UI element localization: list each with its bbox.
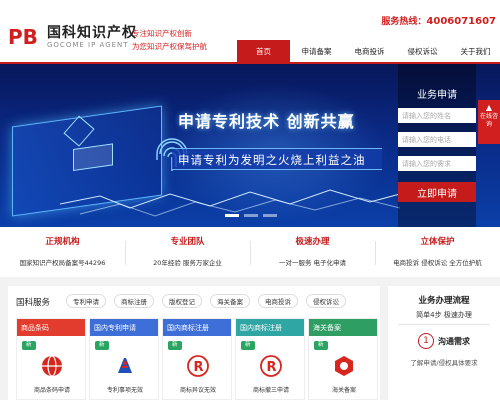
svg-text:R: R <box>194 360 204 375</box>
patent-icon <box>118 358 132 373</box>
services-section: 国科服务 专利申请 商标注册 版权登记 海关备案 电商投诉 侵权诉讼 商品条码 … <box>8 286 380 400</box>
tab-copyright[interactable]: 版权登记 <box>162 294 202 308</box>
feature-desc: 电商投诉 侵权诉讼 全方位护航 <box>393 259 482 267</box>
feature-title: 专业团队 <box>170 237 205 247</box>
main-nav: 首页 申请备案 电商投诉 侵权诉讼 关于我们 <box>237 40 500 62</box>
card-header: 国内商标注册 <box>236 319 304 336</box>
nav-home[interactable]: 首页 <box>237 40 290 62</box>
new-badge: 新 <box>168 341 182 350</box>
customs-icon <box>335 356 353 376</box>
banner-headline: 申请专利技术 创新共赢 <box>178 112 355 131</box>
feature-title: 极速办理 <box>295 237 330 247</box>
site-header: PB 国科知识产权 GOCOME IP AGENT 专注知识产权创新 为您知识产… <box>0 0 500 62</box>
service-card[interactable]: 商品条码 新 商品条码申请 <box>16 318 86 400</box>
step-number: 1 <box>418 333 434 349</box>
brand-slogan: 专注知识产权创新 为您知识产权保驾护航 <box>132 27 207 53</box>
new-badge: 新 <box>314 341 328 350</box>
feature-strip: 正规机构 国家知识产权局备案号44296 专业团队 20年经验 服务万家企业 极… <box>0 227 500 277</box>
nav-ecommerce-complaint[interactable]: 电商投诉 <box>343 40 396 62</box>
need-input[interactable] <box>398 156 476 171</box>
feature-desc: 20年经验 服务万家企业 <box>153 259 222 267</box>
tab-customs[interactable]: 海关备案 <box>210 294 250 308</box>
feature-item: 极速办理 一对一服务 电子化申请 <box>250 235 375 267</box>
business-apply-panel: 业务申请 立即申请 <box>398 64 476 227</box>
brand-english: GOCOME IP AGENT <box>47 41 129 49</box>
new-badge: 新 <box>95 341 109 350</box>
slider-dot[interactable] <box>244 214 258 217</box>
logo-letters: PB <box>8 25 38 48</box>
hotline-label: 服务热线： <box>381 17 427 27</box>
feature-desc: 一对一服务 电子化申请 <box>278 259 347 267</box>
online-consult-label: 在线咨询 <box>479 113 498 128</box>
card-name: 商品条码申请 <box>33 387 70 394</box>
card-header: 海关备案 <box>309 319 377 336</box>
svg-text:R: R <box>267 360 277 375</box>
service-card[interactable]: 国内商标注册 新 R 商标撤三申请 <box>235 318 305 400</box>
card-header: 商品条码 <box>17 319 85 336</box>
arrow-up-icon: ▲ <box>485 103 493 112</box>
feature-desc: 国家知识产权局备案号44296 <box>19 259 106 267</box>
feature-title: 正规机构 <box>45 237 80 247</box>
brand-name[interactable]: 国科知识产权 <box>47 22 137 42</box>
nav-about[interactable]: 关于我们 <box>449 40 500 62</box>
feature-item: 正规机构 国家知识产权局备案号44296 <box>0 235 125 267</box>
tab-patent[interactable]: 专利申请 <box>66 294 106 308</box>
process-title: 业务办理流程 <box>418 296 470 306</box>
process-section: 业务办理流程 简单4步 极速办理 1 沟通需求 了解申请/侵权具体要求 <box>388 286 500 400</box>
trademark-icon: R <box>187 355 209 377</box>
card-name: 商标撤三申请 <box>252 387 289 394</box>
card-name: 专利事项无效 <box>106 387 143 394</box>
service-card[interactable]: 国内专利申请 新 专利事项无效 <box>89 318 159 400</box>
hotline: 服务热线：4006071607 <box>381 14 496 27</box>
feature-title: 立体保护 <box>420 237 455 247</box>
service-cards: 商品条码 新 商品条码申请 国内专利申请 新 专利事项无效 国内商标注册 新 R… <box>16 318 378 400</box>
hotline-number[interactable]: 4006071607 <box>426 16 496 27</box>
feature-item: 立体保护 电商投诉 侵权诉讼 全方位护航 <box>375 235 500 267</box>
globe-icon <box>42 355 62 377</box>
service-card[interactable]: 海关备案 新 海关备案 <box>308 318 378 400</box>
feature-item: 专业团队 20年经验 服务万家企业 <box>125 235 250 267</box>
slider-dot[interactable] <box>225 214 239 217</box>
banner-slider-dots <box>225 214 277 217</box>
tab-trademark[interactable]: 商标注册 <box>114 294 154 308</box>
slogan-line-1: 专注知识产权创新 <box>132 29 192 38</box>
card-header: 国内商标注册 <box>163 319 231 336</box>
service-card[interactable]: 国内商标注册 新 R 商标异议无效 <box>162 318 232 400</box>
step-desc: 了解申请/侵权具体要求 <box>410 359 478 367</box>
services-title: 国科服务 <box>16 298 51 308</box>
apply-title: 业务申请 <box>417 90 457 101</box>
hologram-panel <box>73 143 113 171</box>
nav-litigation[interactable]: 侵权诉讼 <box>396 40 449 62</box>
card-name: 商标异议无效 <box>179 387 216 394</box>
logo-icon[interactable]: PB <box>8 24 44 48</box>
trademark-icon: R <box>260 355 282 377</box>
services-tabs: 专利申请 商标注册 版权登记 海关备案 电商投诉 侵权诉讼 <box>66 294 346 308</box>
apply-submit-button[interactable]: 立即申请 <box>398 182 476 202</box>
page: PB 国科知识产权 GOCOME IP AGENT 专注知识产权创新 为您知识产… <box>0 0 500 400</box>
process-subtitle: 简单4步 极速办理 <box>416 311 472 319</box>
new-badge: 新 <box>22 341 36 350</box>
online-consult-float[interactable]: ▲ 在线咨询 <box>478 100 500 144</box>
tab-ecommerce[interactable]: 电商投诉 <box>258 294 298 308</box>
new-badge: 新 <box>241 341 255 350</box>
phone-input[interactable] <box>398 132 476 147</box>
slider-dot[interactable] <box>263 214 277 217</box>
card-header: 国内专利申请 <box>90 319 158 336</box>
card-name: 海关备案 <box>331 387 356 394</box>
process-step: 1 沟通需求 <box>418 333 470 349</box>
process-divider <box>398 324 490 325</box>
slogan-line-2: 为您知识产权保驾护航 <box>132 42 207 51</box>
nav-application[interactable]: 申请备案 <box>290 40 343 62</box>
step-name: 沟通需求 <box>438 336 470 346</box>
name-input[interactable] <box>398 108 476 123</box>
tab-litigation[interactable]: 侵权诉讼 <box>306 294 346 308</box>
hologram-cube-icon <box>63 115 95 147</box>
banner-subline: 申请专利为发明之火烧上利益之油 <box>178 153 366 167</box>
